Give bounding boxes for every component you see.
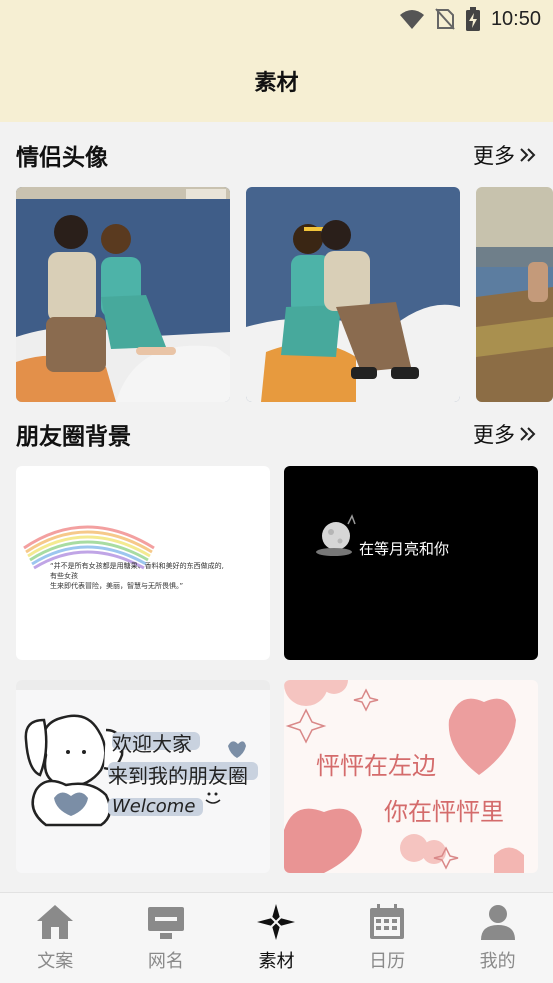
couple-avatar-list[interactable] <box>16 187 553 402</box>
avatar-card[interactable] <box>476 187 553 402</box>
section-title: 情侣头像 <box>16 145 108 171</box>
welcome-line: 来到我的朋友圈 <box>108 764 248 788</box>
battery-charging-icon <box>465 7 480 31</box>
more-label: 更多 <box>473 144 515 168</box>
background-card[interactable]: “并不是所有女孩都是用糖果、香料和美好的东西做成的, 有些女孩 生来即代表冒险，… <box>16 466 270 660</box>
page-title: 素材 <box>254 71 299 96</box>
moon-caption: 在等月亮和你 <box>359 540 450 558</box>
couple-photo-image <box>16 187 230 402</box>
heart-line: 怦怦在左边 <box>316 752 436 780</box>
welcome-line: Welcome <box>112 796 196 817</box>
nav-label: 素材 <box>258 951 295 972</box>
bottom-nav: 文案 网名 素材 日历 我的 <box>0 892 553 983</box>
quote-line: 有些女孩 <box>50 572 78 580</box>
home-icon <box>37 905 74 939</box>
nav-item-materials[interactable]: 素材 <box>221 893 332 983</box>
more-button[interactable]: 更多 <box>473 140 537 170</box>
nav-item-copywriting[interactable]: 文案 <box>0 893 111 983</box>
nav-label: 文案 <box>37 951 74 972</box>
welcome-line: 欢迎大家 <box>112 732 192 756</box>
nav-label: 我的 <box>479 951 516 972</box>
section-title: 朋友圈背景 <box>16 424 131 450</box>
quote-text: “并不是所有女孩都是用糖果、香料和美好的东西做成的, 有些女孩 生来即代表冒险，… <box>50 561 265 591</box>
person-icon <box>480 905 515 940</box>
top-bar: 素材 <box>0 40 553 122</box>
section-header-moments-backgrounds: 朋友圈背景 更多 <box>16 414 537 454</box>
status-icons: 10:50 <box>399 6 541 32</box>
double-chevron-right-icon <box>520 427 536 441</box>
wifi-icon <box>399 10 424 29</box>
quote-line: “并不是所有女孩都是用糖果、香料和美好的东西做成的, <box>50 562 224 570</box>
nav-item-profile[interactable]: 我的 <box>442 893 553 983</box>
nav-item-nickname[interactable]: 网名 <box>111 893 222 983</box>
nav-item-calendar[interactable]: 日历 <box>332 893 443 983</box>
moon-image <box>316 514 356 556</box>
nav-label: 日历 <box>369 951 406 972</box>
status-bar: 10:50 <box>0 0 553 40</box>
monitor-icon <box>147 907 184 939</box>
background-card[interactable]: 在等月亮和你 <box>284 466 538 660</box>
couple-photo-image <box>246 187 460 402</box>
couple-photo-image <box>476 187 553 402</box>
quote-line: 生来即代表冒险，美丽，智慧与无所畏惧。” <box>50 582 184 590</box>
status-time: 10:50 <box>490 7 541 30</box>
more-label: 更多 <box>473 423 515 447</box>
nav-label: 网名 <box>147 951 184 972</box>
avatar-card[interactable] <box>246 187 460 402</box>
more-button[interactable]: 更多 <box>473 419 537 449</box>
heart-line: 你在怦怦里 <box>384 798 504 826</box>
section-header-couple-avatars: 情侣头像 更多 <box>16 135 537 175</box>
avatar-card[interactable] <box>16 187 230 402</box>
sparkle-icon <box>257 904 296 940</box>
background-card[interactable]: 欢迎大家 来到我的朋友圈 Welcome <box>16 680 270 873</box>
no-sim-icon <box>435 8 455 30</box>
double-chevron-right-icon <box>520 148 536 162</box>
calendar-icon <box>370 904 405 939</box>
background-card[interactable]: 怦怦在左边 你在怦怦里 <box>284 680 538 873</box>
